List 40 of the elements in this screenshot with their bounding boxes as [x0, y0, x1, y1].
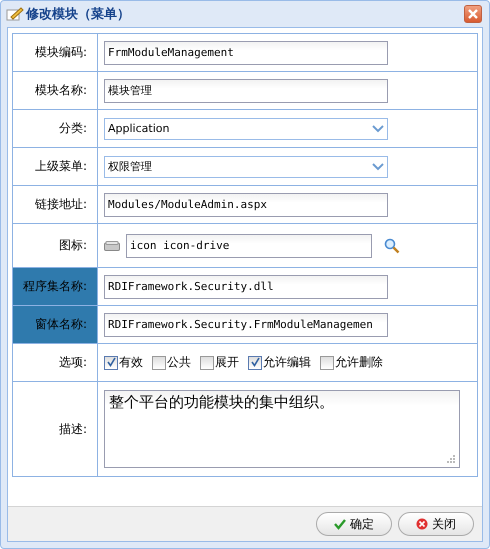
text-field[interactable]: FrmModuleManagement [104, 40, 388, 64]
field-label: 模块名称: [13, 72, 98, 109]
text-field[interactable]: RDIFramework.Security.FrmModuleManagemen [104, 312, 388, 336]
drive-icon [104, 240, 120, 250]
field-label: 描述: [13, 382, 98, 476]
check-icon [250, 357, 260, 368]
field-label: 选项: [13, 344, 98, 381]
close-icon [468, 9, 478, 19]
field-label: 分类: [13, 110, 98, 147]
dropdown-field[interactable]: 权限管理 [104, 156, 388, 178]
chevron-down-icon [372, 162, 384, 170]
field-label: 程序集名称: [13, 268, 98, 305]
chevron-down-icon [372, 124, 384, 132]
resize-grip-icon[interactable] [446, 454, 456, 464]
dropdown-field[interactable]: Application [104, 118, 388, 140]
text-field[interactable]: icon icon-drive [126, 234, 372, 258]
pencil-icon [6, 7, 24, 21]
option-checkbox[interactable]: 允许编辑 [248, 354, 311, 371]
close-button[interactable] [464, 5, 482, 23]
search-button[interactable] [384, 238, 400, 254]
checkmark-icon [334, 518, 346, 530]
text-field[interactable]: 模块管理 [104, 78, 388, 102]
field-label: 链接地址: [13, 186, 98, 223]
field-label: 上级菜单: [13, 148, 98, 185]
close-button[interactable]: 关闭 [398, 512, 474, 536]
check-icon [106, 357, 116, 368]
description-field[interactable]: 整个平台的功能模块的集中组织。 [104, 390, 460, 468]
text-field[interactable]: Modules/ModuleAdmin.aspx [104, 192, 388, 216]
option-checkbox[interactable]: 有效 [104, 354, 143, 371]
option-checkbox[interactable]: 允许删除 [320, 354, 383, 371]
field-label: 模块编码: [13, 34, 98, 71]
text-field[interactable]: RDIFramework.Security.dll [104, 274, 388, 298]
search-icon [384, 238, 400, 254]
close-icon [416, 518, 428, 530]
field-label: 窗体名称: [13, 306, 98, 343]
option-checkbox[interactable]: 公共 [152, 354, 191, 371]
window-title: 修改模块（菜单） [26, 6, 131, 23]
confirm-button[interactable]: 确定 [316, 512, 392, 536]
option-checkbox[interactable]: 展开 [200, 354, 239, 371]
field-label: 图标: [13, 224, 98, 267]
